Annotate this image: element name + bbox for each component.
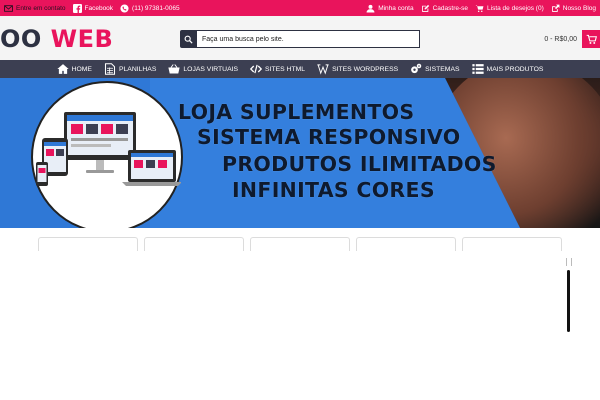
product-card[interactable] — [144, 237, 244, 251]
cart-icon — [586, 34, 597, 44]
contact-link[interactable]: Entre em contato — [4, 4, 66, 13]
product-card[interactable] — [250, 237, 350, 251]
top-bar: Entre em contato Facebook (11) 97381-006… — [0, 0, 600, 16]
external-link-icon — [551, 4, 560, 12]
logo-part1: OO — [0, 25, 42, 53]
nav-sites-wordpress[interactable]: SITES WORDPRESS — [317, 63, 398, 75]
facebook-label: Facebook — [84, 4, 114, 12]
banner-line-4: INFINITAS CORES — [232, 178, 435, 202]
facebook-link[interactable]: Facebook — [72, 3, 114, 13]
nav-mais-label: MAIS PRODUTOS — [486, 65, 544, 73]
search-button[interactable] — [180, 30, 197, 48]
nav-sites-html[interactable]: SITES HTML — [250, 63, 305, 75]
product-cards — [38, 237, 562, 251]
devices-illustration — [36, 112, 181, 186]
scrollbar[interactable] — [566, 258, 572, 336]
nav-home-label: HOME — [71, 65, 92, 73]
contact-label: Entre em contato — [16, 4, 66, 12]
account-label: Minha conta — [378, 4, 414, 12]
banner-line-2: SISTEMA RESPONSIVO — [197, 125, 461, 149]
register-link[interactable]: Cadastre-se — [421, 4, 468, 13]
product-card[interactable] — [38, 237, 138, 251]
product-card[interactable] — [462, 237, 562, 251]
nav-sistemas-label: SISTEMAS — [425, 65, 460, 73]
code-icon — [250, 64, 263, 74]
scrollbar-top[interactable] — [566, 258, 572, 266]
gears-icon — [411, 63, 422, 74]
nav-lojas-virtuais[interactable]: LOJAS VIRTUAIS — [168, 63, 238, 75]
whatsapp-link[interactable]: (11) 97381-0065 — [120, 3, 180, 13]
nav-mais-produtos[interactable]: MAIS PRODUTOS — [471, 63, 544, 75]
nav-lojas-label: LOJAS VIRTUAIS — [183, 65, 239, 73]
search-input[interactable] — [197, 30, 420, 48]
search-icon — [184, 35, 193, 44]
scrollbar-thumb[interactable] — [567, 270, 570, 332]
banner-line-1: LOJA SUPLEMENTOS — [178, 100, 415, 124]
product-card[interactable] — [356, 237, 456, 251]
wordpress-icon — [317, 64, 329, 75]
nav-sites-html-label: SITES HTML — [265, 65, 306, 73]
nav-planilhas[interactable]: PLANILHAS — [104, 63, 156, 75]
blog-link[interactable]: Nosso Blog — [551, 4, 596, 13]
home-icon — [56, 64, 69, 74]
cart-button[interactable] — [582, 30, 600, 48]
whatsapp-icon — [120, 3, 129, 13]
banner-line-3: PRODUTOS ILIMITADOS — [222, 152, 497, 176]
envelope-icon — [4, 4, 13, 12]
cart-small-icon — [475, 4, 484, 12]
user-icon — [366, 4, 375, 12]
phone-label: (11) 97381-0065 — [132, 4, 180, 12]
logo-part2: WEB — [41, 25, 114, 53]
nav-wordpress-label: SITES WORDPRESS — [332, 65, 399, 73]
nav-home[interactable]: HOME — [56, 63, 92, 75]
wishlist-label: Lista de desejos (0) — [487, 4, 544, 12]
cart[interactable]: 0 - R$0,00 — [544, 30, 600, 48]
basket-icon — [168, 64, 180, 74]
wishlist-link[interactable]: Lista de desejos (0) — [475, 4, 544, 13]
account-link[interactable]: Minha conta — [366, 4, 414, 13]
spreadsheet-icon — [104, 63, 115, 75]
cart-total: 0 - R$0,00 — [544, 35, 577, 43]
hero-banner[interactable]: LOJA SUPLEMENTOS SISTEMA RESPONSIVO PROD… — [0, 78, 600, 228]
search-bar — [180, 30, 420, 48]
nav-sistemas[interactable]: SISTEMAS — [410, 63, 460, 75]
site-logo[interactable]: OO WEB — [0, 26, 113, 52]
header: OO WEB 0 - R$0,00 — [0, 16, 600, 60]
main-nav: HOME PLANILHAS LOJAS VIRTUAIS SITES HTML… — [0, 60, 600, 78]
facebook-icon — [72, 3, 82, 13]
register-label: Cadastre-se — [432, 4, 469, 12]
blog-label: Nosso Blog — [562, 4, 596, 12]
nav-planilhas-label: PLANILHAS — [118, 65, 157, 73]
list-icon — [471, 64, 484, 74]
edit-icon — [421, 4, 429, 12]
